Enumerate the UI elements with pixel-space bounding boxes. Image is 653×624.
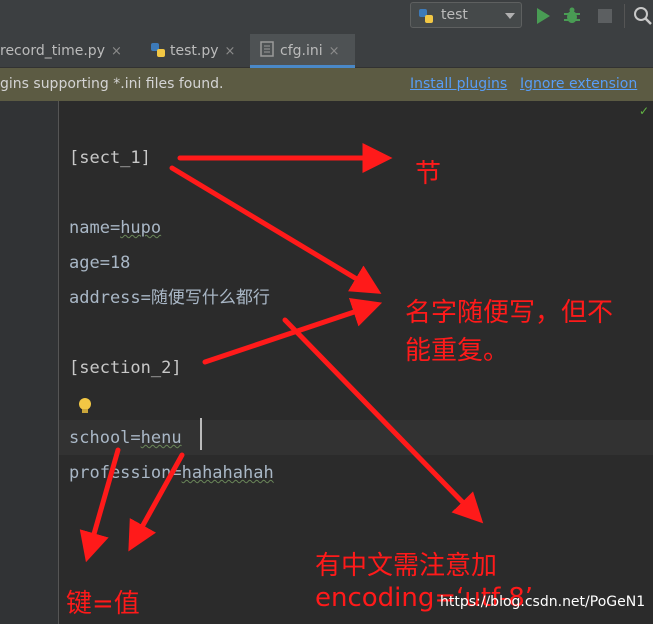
annotation-name-note-1: 名字随便写，但不: [405, 298, 614, 328]
annotation-key-value: 键=值: [66, 589, 140, 619]
arrow-key: [79, 447, 121, 563]
arrow-value: [128, 452, 185, 552]
annotation-encoding-1: 有中文需注意加: [315, 551, 498, 581]
arrow-section1-to-note: [169, 165, 382, 294]
annotation-section: 节: [415, 159, 442, 189]
watermark: https://blog.csdn.net/PoGeN1: [440, 594, 646, 610]
annotation-name-note-2: 能重复。: [405, 336, 510, 366]
arrow-section2-to-note: [202, 297, 383, 365]
